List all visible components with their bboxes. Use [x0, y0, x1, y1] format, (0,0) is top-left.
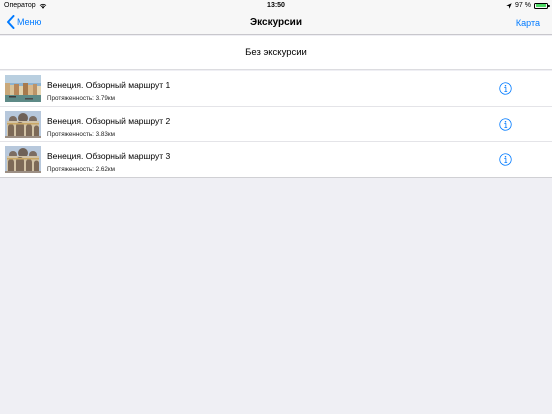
page-title: Экскурсии [250, 17, 302, 28]
no-tour-option[interactable]: Без экскурсии [0, 36, 552, 70]
tour-row[interactable]: Венеция. Обзорный маршрут 3 Протяженност… [0, 142, 552, 178]
battery-percent: 97 % [515, 2, 531, 9]
tour-length: Протяженность: 3.79км [47, 95, 116, 102]
info-icon[interactable] [499, 82, 512, 95]
info-icon[interactable] [499, 153, 512, 166]
tour-name: Венеция. Обзорный маршрут 2 [47, 115, 171, 126]
tour-row[interactable]: Венеция. Обзорный маршрут 2 Протяженност… [0, 107, 552, 142]
status-right: 97 % [506, 2, 550, 9]
tour-name: Венеция. Обзорный маршрут 3 [47, 151, 171, 161]
tour-thumbnail-grand-canal [5, 75, 41, 102]
navigation-bar: Меню Экскурсии Карта [0, 11, 552, 35]
map-button[interactable]: Карта [516, 18, 540, 28]
tour-list: Венеция. Обзорный маршрут 1 Протяженност… [0, 71, 552, 178]
tour-row[interactable]: Венеция. Обзорный маршрут 1 Протяженност… [0, 71, 552, 107]
battery-icon [534, 2, 550, 9]
tour-thumbnail-san-marco [5, 110, 41, 138]
location-icon [506, 2, 512, 9]
tour-length: Протяженность: 2.62км [47, 166, 116, 173]
tour-thumbnail-san-marco [5, 146, 41, 173]
tour-name: Венеция. Обзорный маршрут 1 [47, 80, 171, 90]
info-icon[interactable] [499, 117, 512, 131]
status-bar: Оператор 13:50 97 % [0, 0, 552, 11]
tour-length: Протяженность: 3.83км [47, 130, 116, 138]
status-time: 13:50 [267, 2, 285, 9]
battery-level-fill [535, 4, 547, 7]
no-tour-label: Без экскурсии [245, 47, 307, 58]
